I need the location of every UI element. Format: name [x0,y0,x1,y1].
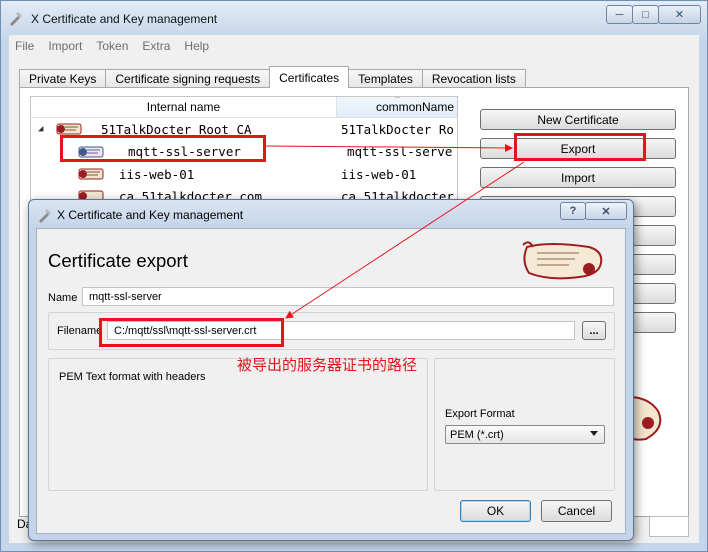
tab-revocation-lists[interactable]: Revocation lists [421,69,526,88]
tab-templates[interactable]: Templates [348,69,423,88]
dialog-title: X Certificate and Key management [57,208,244,222]
sort-arrow-icon: ^ [395,96,400,103]
cancel-button[interactable]: Cancel [541,500,612,522]
import-button[interactable]: Import [480,167,676,188]
highlight-box-filename [99,318,284,347]
browse-button[interactable]: ... [582,321,606,340]
menu-token[interactable]: Token [96,39,128,53]
dropdown-arrow-icon [590,431,598,436]
menu-extra[interactable]: Extra [142,39,170,53]
column-internal-name-label: Internal name [146,100,221,114]
window-title: X Certificate and Key management [31,12,218,26]
tree-row[interactable]: iis-web-01 iis-web-01 [31,164,457,186]
close-icon: ✕ [674,9,685,21]
app-icon [39,209,51,223]
minimize-icon: ─ [615,8,624,21]
title-bar: X Certificate and Key management ─ □ ✕ [1,1,707,33]
export-format-group: Export Format PEM (*.crt) [434,358,615,491]
status-field [649,516,689,537]
menu-bar: File Import Token Extra Help [9,35,699,57]
name-field[interactable]: mqtt-ssl-server [82,287,614,306]
maximize-button[interactable]: □ [632,5,659,24]
collapse-arrow-icon[interactable]: ◢ [38,124,43,134]
export-format-label: Export Format [445,408,515,420]
cert-name: iis-web-01 [119,167,195,182]
description-group: PEM Text format with headers [48,358,428,491]
column-common-name[interactable]: ^ commonName [337,96,457,118]
menu-import[interactable]: Import [48,39,82,53]
new-certificate-button[interactable]: New Certificate [480,109,676,130]
ok-button[interactable]: OK [460,500,531,522]
cert-common-name: 51TalkDocter Ro [341,122,454,137]
highlight-box-cert [60,135,266,162]
tab-csr[interactable]: Certificate signing requests [105,69,271,88]
dialog-heading: Certificate export [48,250,188,271]
name-label: Name [48,292,78,304]
help-icon: ? [569,205,577,217]
highlight-box-export [514,133,646,161]
cert-common-name: iis-web-01 [341,167,417,182]
close-icon: ✕ [601,205,611,218]
format-description: PEM Text format with headers [59,371,206,383]
close-button[interactable]: ✕ [658,5,701,24]
menu-file[interactable]: File [15,39,34,53]
maximize-icon: □ [642,8,649,21]
tab-bar: Private Keys Certificate signing request… [19,66,526,88]
annotation-text: 被导出的服务器证书的路径 [237,356,418,374]
dialog-client-area: Certificate export Name mqtt-ssl-server … [36,228,626,534]
tab-private-keys[interactable]: Private Keys [19,69,107,88]
app-icon [10,12,22,26]
filename-label: Filename [57,325,103,337]
column-common-name-label: commonName [375,100,454,114]
menu-help[interactable]: Help [184,39,209,53]
certificate-seal-icon [522,241,603,280]
dialog-close-button[interactable]: ✕ [585,202,627,220]
help-button[interactable]: ? [560,202,586,220]
export-format-value: PEM (*.crt) [450,428,504,441]
cert-common-name: mqtt-ssl-serve [347,144,453,159]
certificate-icon [78,168,104,180]
tab-certificates[interactable]: Certificates [269,66,350,88]
export-format-select[interactable]: PEM (*.crt) [445,425,605,444]
tree-header: Internal name ^ commonName [31,97,457,118]
minimize-button[interactable]: ─ [606,5,633,24]
column-internal-name[interactable]: Internal name [31,97,337,118]
